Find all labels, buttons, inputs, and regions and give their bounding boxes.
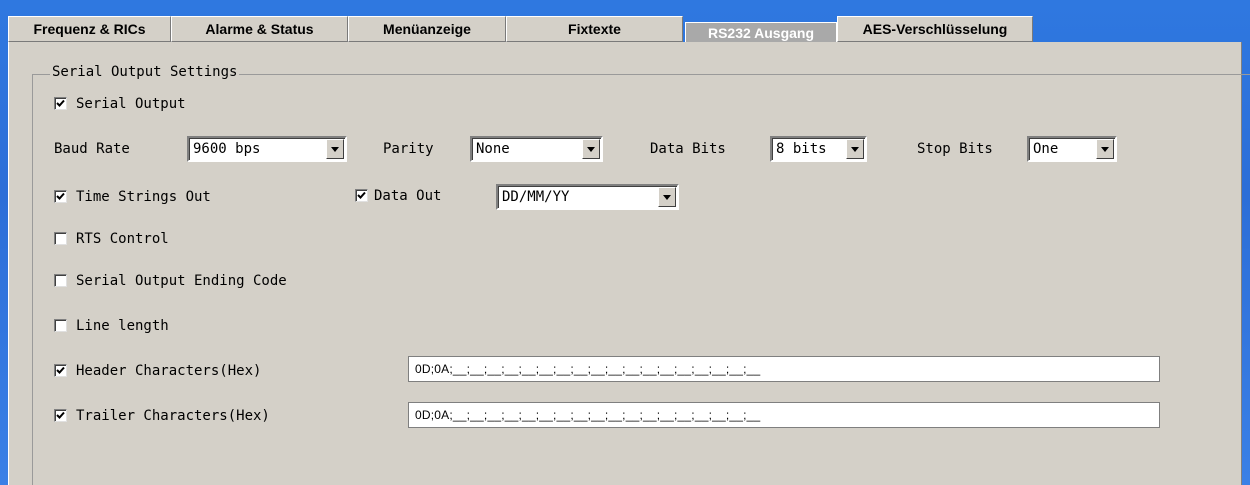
rts-control-checkbox[interactable]	[54, 232, 67, 245]
tab-aes-verschluesselung[interactable]: AES-Verschlüsselung	[837, 16, 1033, 42]
group-title: Serial Output Settings	[50, 64, 240, 80]
dropdown-arrow-icon[interactable]	[846, 139, 864, 159]
data-out-checkbox[interactable]	[355, 189, 368, 202]
tab-fixtexte[interactable]: Fixtexte	[506, 16, 683, 42]
serial-output-checkbox[interactable]	[54, 97, 67, 110]
parity-select[interactable]: None	[470, 136, 603, 162]
tab-alarme-status[interactable]: Alarme & Status	[171, 16, 348, 42]
data-bits-value: 8 bits	[776, 141, 827, 157]
tab-menuanzeige[interactable]: Menüanzeige	[348, 16, 506, 42]
data-out-label: Data Out	[374, 188, 442, 204]
checkmark-icon	[56, 411, 65, 419]
data-bits-label: Data Bits	[650, 141, 726, 157]
header-characters-value: 0D;0A;__;__;__;__;__;__;__;__;__;__;__;_…	[415, 362, 761, 376]
dropdown-arrow-icon[interactable]	[326, 139, 344, 159]
checkmark-icon	[56, 192, 65, 200]
baud-rate-value: 9600 bps	[193, 141, 261, 157]
tab-rs232-ausgang[interactable]: RS232 Ausgang	[685, 22, 837, 44]
data-bits-select[interactable]: 8 bits	[770, 136, 867, 162]
checkmark-icon	[56, 366, 65, 374]
date-format-select[interactable]: DD/MM/YY	[496, 184, 679, 210]
checkmark-icon	[357, 191, 366, 199]
serial-output-label: Serial Output	[76, 96, 186, 112]
time-strings-out-checkbox[interactable]	[54, 190, 67, 203]
checkmark-icon	[56, 99, 65, 107]
rts-control-label: RTS Control	[76, 231, 169, 247]
dropdown-arrow-icon[interactable]	[582, 139, 600, 159]
line-length-checkbox[interactable]	[54, 319, 67, 332]
stop-bits-select[interactable]: One	[1027, 136, 1117, 162]
tab-bar: Frequenz & RICs Alarme & Status Menüanze…	[8, 16, 1250, 44]
parity-label: Parity	[383, 141, 434, 157]
trailer-characters-checkbox[interactable]	[54, 409, 67, 422]
header-characters-input[interactable]: 0D;0A;__;__;__;__;__;__;__;__;__;__;__;_…	[408, 356, 1160, 382]
time-strings-out-label: Time Strings Out	[76, 189, 211, 205]
tab-frequenz-rics[interactable]: Frequenz & RICs	[8, 16, 171, 42]
stop-bits-value: One	[1033, 141, 1059, 157]
line-length-label: Line length	[76, 318, 169, 334]
trailer-characters-input[interactable]: 0D;0A;__;__;__;__;__;__;__;__;__;__;__;_…	[408, 402, 1160, 428]
dropdown-arrow-icon[interactable]	[658, 187, 676, 207]
date-format-value: DD/MM/YY	[502, 189, 570, 205]
dropdown-arrow-icon[interactable]	[1096, 139, 1114, 159]
trailer-characters-value: 0D;0A;__;__;__;__;__;__;__;__;__;__;__;_…	[415, 408, 761, 422]
header-characters-label: Header Characters(Hex)	[76, 363, 262, 379]
serial-output-ending-code-label: Serial Output Ending Code	[76, 273, 287, 289]
parity-value: None	[476, 141, 510, 157]
trailer-characters-label: Trailer Characters(Hex)	[76, 408, 270, 424]
header-characters-checkbox[interactable]	[54, 364, 67, 377]
baud-rate-select[interactable]: 9600 bps	[187, 136, 347, 162]
baud-rate-label: Baud Rate	[54, 141, 130, 157]
serial-output-ending-code-checkbox[interactable]	[54, 274, 67, 287]
stop-bits-label: Stop Bits	[917, 141, 993, 157]
